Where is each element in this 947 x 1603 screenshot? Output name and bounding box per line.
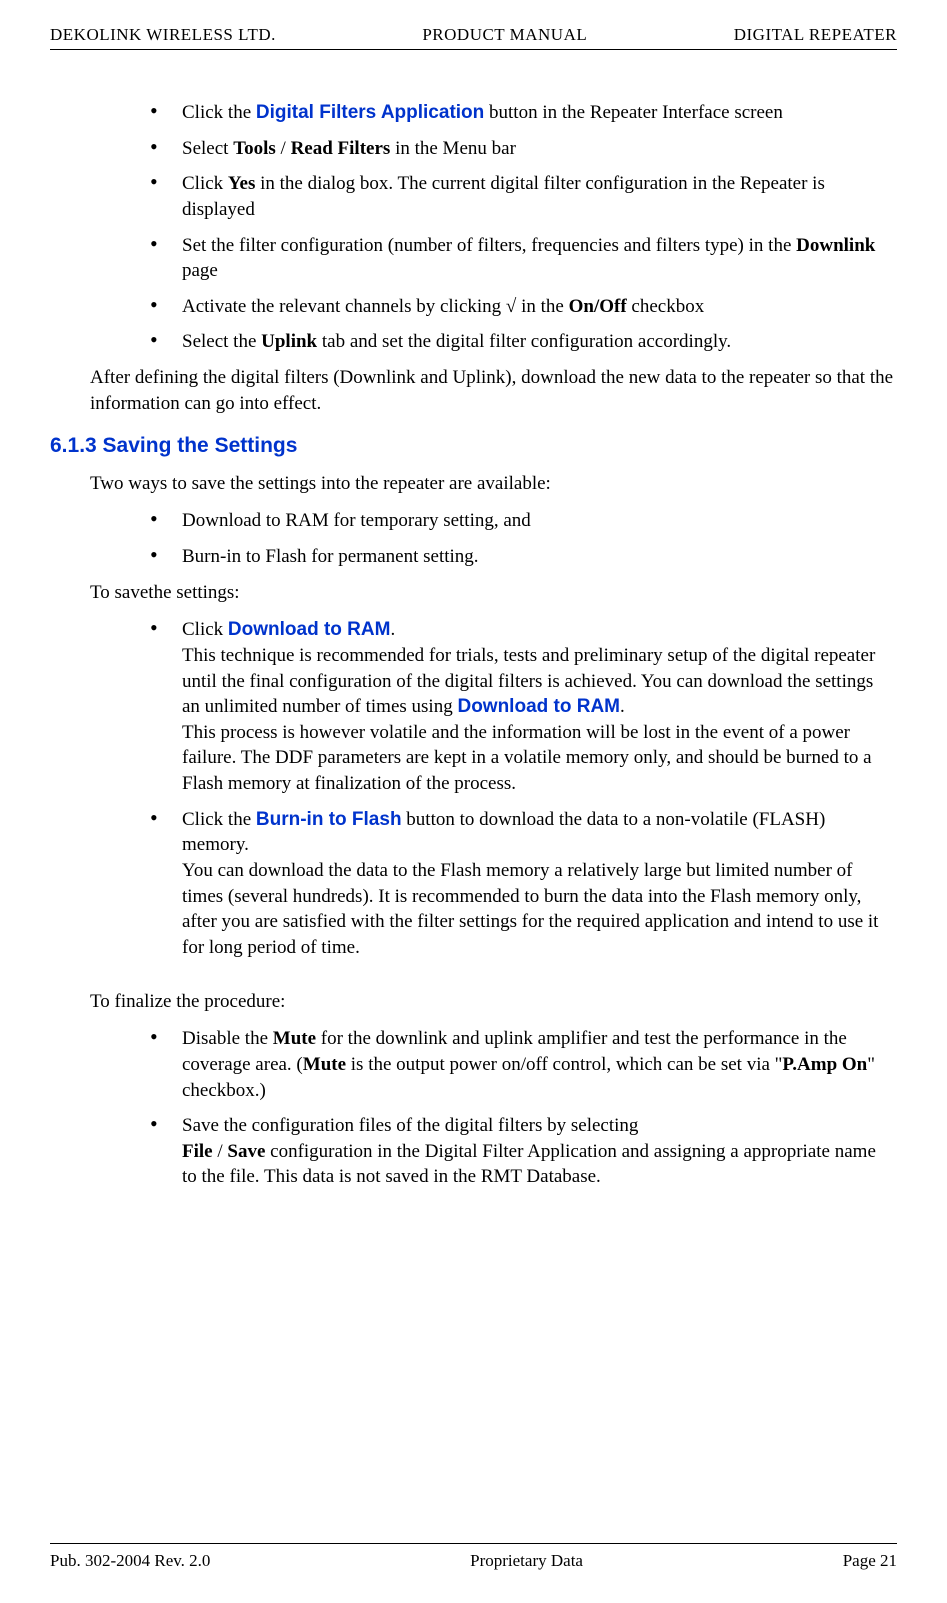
paragraph: Two ways to save the settings into the r… <box>90 471 897 497</box>
content-body: Click the Digital Filters Application bu… <box>50 100 897 1190</box>
text: You can download the data to the Flash m… <box>182 860 878 958</box>
link-text: Download to RAM <box>457 696 620 717</box>
list-item: Set the filter configuration (number of … <box>150 233 887 284</box>
list-item: Download to RAM for temporary setting, a… <box>150 508 887 534</box>
text: Select the <box>182 331 261 352</box>
bold-text: Uplink <box>261 331 317 352</box>
footer-center: Proprietary Data <box>470 1550 583 1573</box>
link-text: Burn-in to Flash <box>256 809 402 830</box>
bold-text: File <box>182 1141 213 1162</box>
list-item: Click the Burn-in to Flash button to dow… <box>150 807 887 961</box>
bold-text: Read Filters <box>291 138 391 159</box>
link-text: Digital Filters Application <box>256 102 484 123</box>
bold-text: P.Amp On <box>782 1054 867 1075</box>
page-footer: Pub. 302-2004 Rev. 2.0 Proprietary Data … <box>50 1543 897 1573</box>
text: Select <box>182 138 233 159</box>
text: / <box>213 1141 228 1162</box>
bullet-list-4: Disable the Mute for the downlink and up… <box>150 1026 887 1190</box>
text: configuration in the Digital Filter Appl… <box>182 1141 876 1188</box>
bullet-list-3: Click Download to RAM. This technique is… <box>150 617 887 960</box>
list-item: Click the Digital Filters Application bu… <box>150 100 887 126</box>
paragraph: After defining the digital filters (Down… <box>90 365 897 416</box>
text: is the output power on/off control, whic… <box>346 1054 782 1075</box>
text: Disable the <box>182 1028 273 1049</box>
bold-text: Save <box>227 1141 265 1162</box>
text: Click the <box>182 102 256 123</box>
bold-text: Mute <box>273 1028 316 1049</box>
text: tab and set the digital filter configura… <box>317 331 731 352</box>
text: checkbox <box>627 296 705 317</box>
bold-text: Yes <box>228 173 255 194</box>
text: . <box>390 619 395 640</box>
text: This process is however volatile and the… <box>182 722 872 794</box>
text: Save the configuration files of the digi… <box>182 1115 638 1136</box>
list-item: Activate the relevant channels by clicki… <box>150 294 887 320</box>
bold-text: On/Off <box>569 296 627 317</box>
text: in the dialog box. The current digital f… <box>182 173 825 220</box>
header-right: DIGITAL REPEATER <box>734 24 897 47</box>
link-text: Download to RAM <box>228 619 391 640</box>
footer-right: Page 21 <box>843 1550 897 1573</box>
list-item: Select the Uplink tab and set the digita… <box>150 329 887 355</box>
section-heading: 6.1.3 Saving the Settings <box>50 432 897 460</box>
bold-text: Tools <box>233 138 276 159</box>
header-center: PRODUCT MANUAL <box>422 24 587 47</box>
list-item: Click Yes in the dialog box. The current… <box>150 171 887 222</box>
text: in the Menu bar <box>390 138 516 159</box>
header-left: DEKOLINK WIRELESS LTD. <box>50 24 276 47</box>
text: / <box>276 138 291 159</box>
text: Click <box>182 619 228 640</box>
text: Set the filter configuration (number of … <box>182 235 796 256</box>
list-item: Disable the Mute for the downlink and up… <box>150 1026 887 1103</box>
footer-left: Pub. 302-2004 Rev. 2.0 <box>50 1550 210 1573</box>
text: Click the <box>182 809 256 830</box>
bold-text: Mute <box>303 1054 346 1075</box>
bullet-list-2: Download to RAM for temporary setting, a… <box>150 508 887 569</box>
list-item: Burn-in to Flash for permanent setting. <box>150 544 887 570</box>
page-header: DEKOLINK WIRELESS LTD. PRODUCT MANUAL DI… <box>50 24 897 50</box>
paragraph: To finalize the procedure: <box>90 989 897 1015</box>
list-item: Click Download to RAM. This technique is… <box>150 617 887 796</box>
text: Click <box>182 173 228 194</box>
text: page <box>182 260 218 281</box>
text: . <box>620 696 625 717</box>
text: button in the Repeater Interface screen <box>484 102 783 123</box>
list-item: Select Tools / Read Filters in the Menu … <box>150 136 887 162</box>
text: Activate the relevant channels by clicki… <box>182 296 569 317</box>
list-item: Save the configuration files of the digi… <box>150 1113 887 1190</box>
paragraph: To savethe settings: <box>90 580 897 606</box>
bullet-list-1: Click the Digital Filters Application bu… <box>150 100 887 355</box>
bold-text: Downlink <box>796 235 875 256</box>
